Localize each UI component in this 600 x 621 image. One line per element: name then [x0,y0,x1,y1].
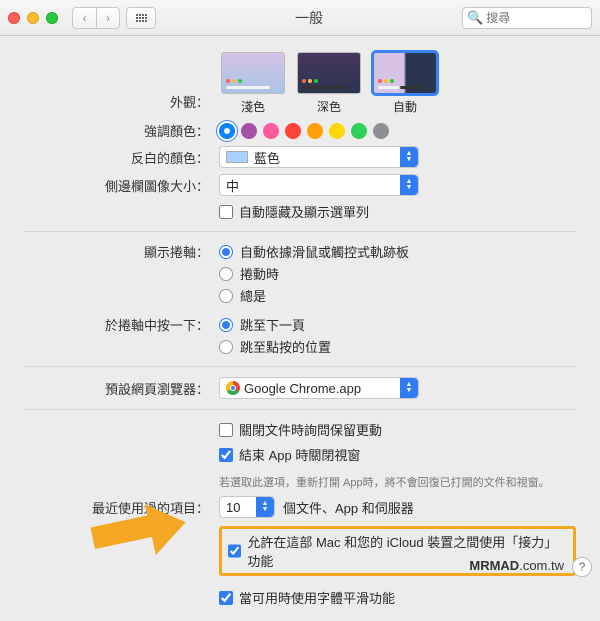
recent-label: 最近使用過的項目： [24,498,219,517]
accent-color-4[interactable] [307,123,323,139]
zoom-window-button[interactable] [46,12,58,24]
scrollbar-click-options: 跳至下一頁跳至點按的位置 [219,315,331,356]
accent-color-7[interactable] [373,123,389,139]
accent-color-0[interactable] [219,123,235,139]
grid-icon [136,14,147,22]
window-controls [8,12,58,24]
stepper-arrows-icon: ▲▼ [400,147,418,167]
theme-auto[interactable]: 自動 [371,52,439,115]
sidebar-size-select[interactable]: 中 ▲▼ [219,174,419,196]
close-windows-note: 若選取此選項，重新打開 App時，將不會回復已打開的文件和視窗。 [219,474,550,490]
watermark: MRMAD.com.tw [469,558,564,573]
chrome-icon [226,381,240,395]
help-button[interactable]: ? [572,557,592,577]
appearance-label: 外觀： [24,52,219,111]
scrollbar-click-option-1[interactable]: 跳至點按的位置 [219,337,331,356]
radio-button-icon [219,289,233,303]
sidebar-size-label: 側邊欄圖像大小： [24,176,219,195]
theme-light[interactable]: 淺色 [219,52,287,115]
minimize-window-button[interactable] [27,12,39,24]
show-all-button[interactable] [126,7,156,29]
browser-label: 預設網頁瀏覽器： [24,379,219,398]
search-input[interactable] [486,11,587,25]
highlight-select[interactable]: 藍色 ▲▼ [219,146,419,168]
recent-suffix: 個文件、App 和伺服器 [283,498,414,517]
theme-dark[interactable]: 深色 [295,52,363,115]
scrollbar-click-label: 於捲軸中按一下： [24,315,219,334]
scrollbar-option-2[interactable]: 總是 [219,286,409,305]
recent-count-select[interactable]: 10 ▲▼ [219,496,275,518]
scrollbar-option-0[interactable]: 自動依據滑鼠或觸控式軌跡板 [219,242,409,261]
accent-color-3[interactable] [285,123,301,139]
font-smoothing-checkbox[interactable]: 當可用時使用字體平滑功能 [219,588,395,607]
search-field[interactable]: 🔍 [462,7,592,29]
close-windows-checkbox[interactable]: 結束 App 時關閉視窗 [219,445,360,464]
stepper-arrows-icon: ▲▼ [400,378,418,398]
stepper-arrows-icon: ▲▼ [256,497,274,517]
stepper-arrows-icon: ▲▼ [400,175,418,195]
scrollbar-options: 自動依據滑鼠或觸控式軌跡板捲動時總是 [219,242,409,305]
back-button[interactable]: ‹ [72,7,96,29]
radio-button-icon [219,340,233,354]
scrollbar-label: 顯示捲軸： [24,242,219,261]
radio-button-icon [219,318,233,332]
accent-color-5[interactable] [329,123,345,139]
search-icon: 🔍 [467,10,483,26]
scrollbar-click-option-0[interactable]: 跳至下一頁 [219,315,331,334]
accent-colors [219,123,389,139]
accent-color-6[interactable] [351,123,367,139]
scrollbar-option-1[interactable]: 捲動時 [219,264,409,283]
window-title: 一般 [156,8,462,28]
toolbar: ‹ › 一般 🔍 [0,0,600,36]
ask-keep-checkbox[interactable]: 關閉文件時詢問保留更動 [219,420,382,439]
highlight-swatch [226,151,248,163]
accent-color-1[interactable] [241,123,257,139]
forward-button[interactable]: › [96,7,120,29]
accent-color-2[interactable] [263,123,279,139]
highlight-label: 反白的顏色： [24,148,219,167]
accent-label: 強調顏色： [24,121,219,140]
browser-select[interactable]: Google Chrome.app ▲▼ [219,377,419,399]
radio-button-icon [219,245,233,259]
radio-button-icon [219,267,233,281]
appearance-themes: 淺色 深色 自動 [219,52,576,115]
auto-hide-menu-checkbox[interactable]: 自動隱藏及顯示選單列 [219,202,369,221]
close-window-button[interactable] [8,12,20,24]
